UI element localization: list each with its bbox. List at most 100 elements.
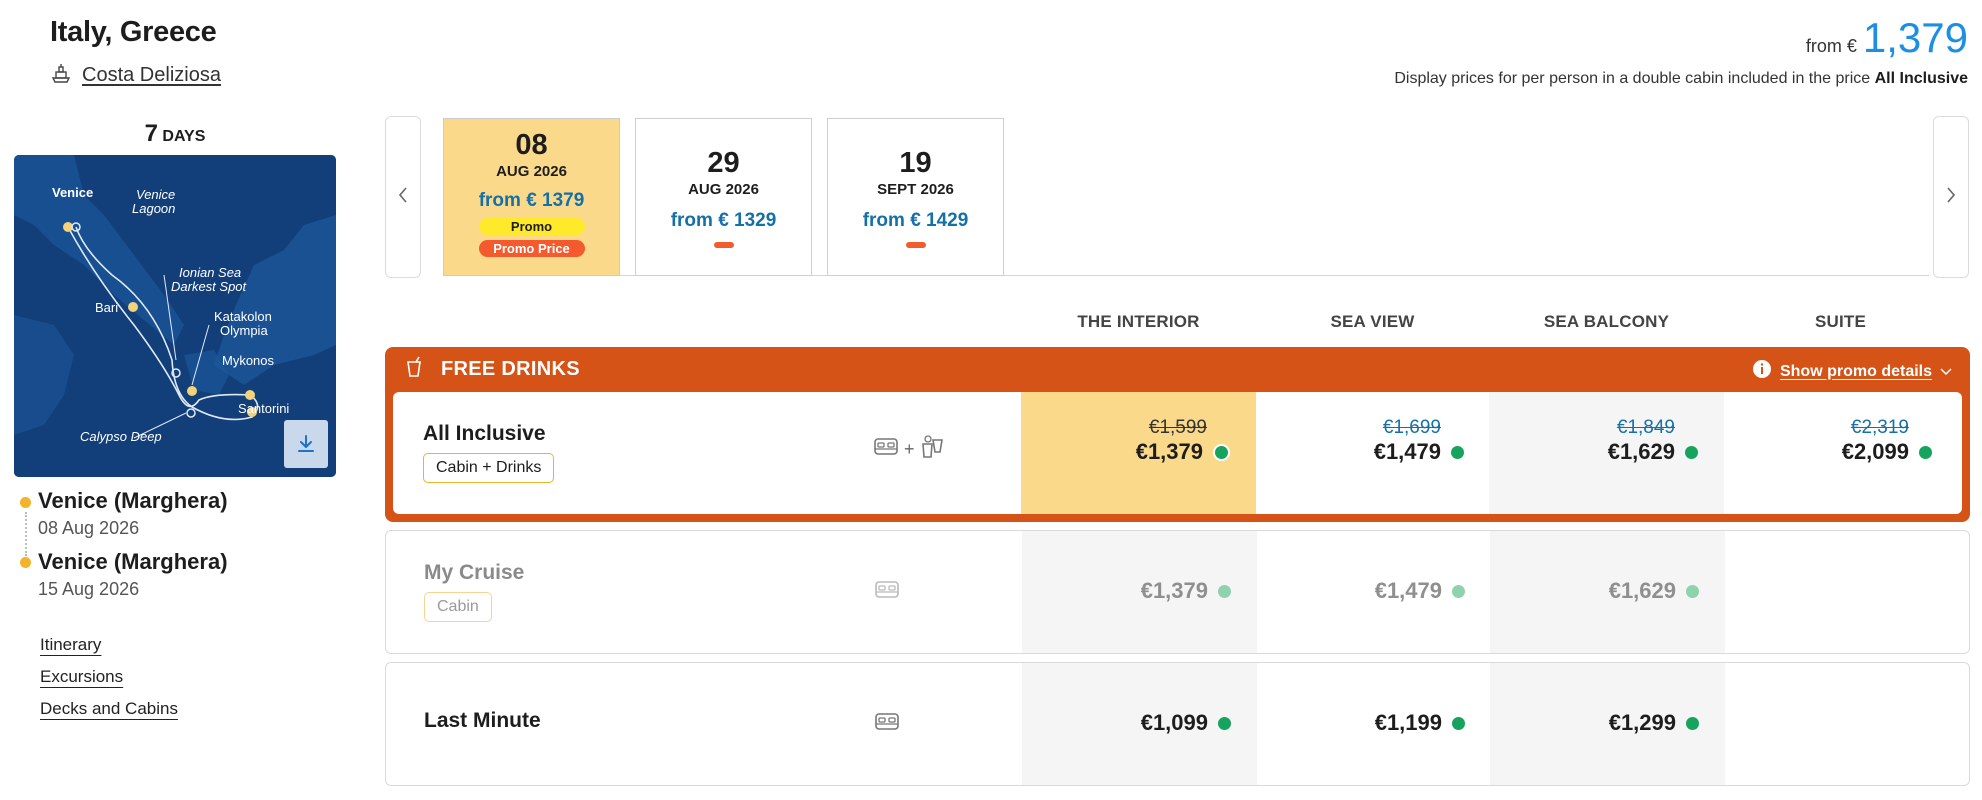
fare-name: My Cruise: [424, 561, 525, 584]
port-dot-start: [20, 497, 31, 508]
port-connector: [25, 512, 27, 556]
availability-dot: [1919, 445, 1932, 459]
discounted-price: €1,629: [1607, 439, 1675, 464]
map-label-katakolon: Katakolon: [214, 309, 272, 324]
price-with-availability: €1,299: [1609, 710, 1699, 736]
price-note-bold: All Inclusive: [1874, 70, 1968, 87]
download-map-button[interactable]: [284, 420, 328, 468]
price-with-availability: €1,629: [1609, 578, 1699, 604]
availability-dot: [1452, 716, 1465, 730]
map-label-bari: Bari: [95, 300, 118, 315]
fare-row-my-cruise: My Cruise Cabin €1,379 €1,479 €1,629: [385, 530, 1970, 654]
excursions-link[interactable]: Excursions: [40, 667, 123, 687]
price-with-availability: €1,479: [1375, 578, 1465, 604]
price: €1,299: [1608, 710, 1676, 735]
price-with-availability: €1,199: [1375, 710, 1465, 736]
date-option[interactable]: 29 AUG 2026 from € 1329: [635, 118, 812, 276]
map-label-venice-lagoon-1: Venice: [136, 187, 175, 202]
availability-dot: [1218, 584, 1231, 598]
original-price: €1,849: [1616, 417, 1675, 438]
next-dates-button[interactable]: [1933, 116, 1969, 278]
fare-name: Last Minute: [424, 709, 541, 732]
discounted-price: €2,099: [1841, 439, 1909, 464]
price-with-availability: €2,099: [1842, 439, 1932, 465]
price-with-availability: €1,479: [1374, 439, 1464, 465]
itinerary-link[interactable]: Itinerary: [40, 635, 101, 655]
ship-icon: [50, 62, 72, 89]
price-cell-sea-view[interactable]: €1,479: [1256, 531, 1491, 653]
chevron-left-icon: [397, 186, 409, 209]
fare-includes: +: [873, 434, 946, 465]
map-label-olympia: Olympia: [220, 323, 268, 338]
price-note: Display prices for per person in a doubl…: [1394, 70, 1968, 88]
page-title: Italy, Greece: [50, 16, 217, 48]
date-option[interactable]: 19 SEPT 2026 from € 1429: [827, 118, 1004, 276]
original-price: €2,319: [1850, 417, 1909, 438]
price-value: 1,379: [1862, 14, 1968, 61]
price-cell-sea-balcony[interactable]: €1,849 €1,629: [1489, 392, 1724, 514]
price: €1,479: [1374, 578, 1442, 603]
date-price: from € 1429: [862, 210, 969, 231]
map-label-ionian-1: Ionian Sea: [179, 265, 241, 280]
price-with-availability: €1,379: [1141, 578, 1231, 604]
price-with-availability: €1,099: [1141, 710, 1231, 736]
drink-icon: [405, 356, 423, 383]
price-with-availability: €1,379: [1136, 439, 1230, 465]
promo-details-label[interactable]: Show promo details: [1780, 363, 1932, 381]
price-cell-interior[interactable]: €1,379: [1022, 531, 1257, 653]
price-cell-sea-view[interactable]: €1,699 €1,479: [1255, 392, 1490, 514]
availability-dot: [1686, 584, 1699, 598]
port-arrival: Venice (Marghera) 15 Aug 2026: [38, 549, 228, 600]
port-date: 15 Aug 2026: [38, 579, 140, 599]
fare-tag: Cabin + Drinks: [423, 453, 555, 483]
port-dot-end: [20, 557, 31, 568]
fare-includes: [874, 711, 900, 738]
chevron-right-icon: [1945, 186, 1957, 209]
promo-header: FREE DRINKS Show promo details: [385, 347, 1970, 391]
prev-dates-button[interactable]: [385, 116, 421, 278]
map-label-santorini: Santorini: [238, 401, 289, 416]
chevron-down-icon: [1940, 363, 1952, 381]
cabin-header-suite: SUITE: [1814, 312, 1867, 331]
date-month: SEPT 2026: [877, 181, 954, 198]
fare-tag: Cabin: [424, 592, 492, 622]
decks-cabins-link[interactable]: Decks and Cabins: [40, 699, 178, 719]
date-price: from € 1379: [478, 190, 585, 211]
bed-icon: [874, 711, 900, 738]
price: €1,629: [1608, 578, 1676, 603]
price-cell-sea-balcony[interactable]: €1,629: [1490, 531, 1725, 653]
info-icon: [1752, 359, 1772, 384]
date-month: AUG 2026: [688, 181, 759, 198]
date-day: 19: [899, 147, 932, 179]
map-label-venice: Venice: [52, 185, 93, 200]
map-label-mykonos: Mykonos: [222, 353, 275, 368]
fare-row-all-inclusive: All Inclusive Cabin + Drinks + €1,599 €1…: [393, 392, 1962, 514]
price-cell-sea-balcony[interactable]: €1,299: [1490, 663, 1725, 785]
bed-icon: [874, 579, 900, 606]
price-cell-interior[interactable]: €1,599 €1,379: [1021, 392, 1256, 514]
original-price: €1,599: [1148, 417, 1207, 438]
price-cell-sea-view[interactable]: €1,199: [1256, 663, 1491, 785]
fare-includes: [874, 579, 900, 606]
original-price: €1,699: [1382, 417, 1441, 438]
unavailable-indicator: [905, 242, 926, 248]
starting-price: from € 1,379: [1806, 14, 1968, 62]
ship-link[interactable]: Costa Deliziosa: [50, 62, 221, 89]
availability-dot: [1685, 445, 1698, 459]
show-promo-details-button[interactable]: Show promo details: [1752, 359, 1952, 384]
price: €1,099: [1140, 710, 1208, 735]
itinerary-map[interactable]: Venice Venice Lagoon Ionian Sea Darkest …: [14, 155, 336, 477]
date-option-selected[interactable]: 08 AUG 2026 from € 1379 Promo Promo Pric…: [443, 118, 620, 276]
price-cell-suite[interactable]: €2,319 €2,099: [1723, 392, 1958, 514]
availability-dot: [1218, 716, 1231, 730]
port-name: Venice (Marghera): [38, 488, 228, 513]
map-label-calypso: Calypso Deep: [80, 429, 162, 444]
availability-dot: [1213, 443, 1230, 461]
ship-name[interactable]: Costa Deliziosa: [82, 64, 221, 87]
promo-title: FREE DRINKS: [441, 357, 580, 380]
price-prefix: from €: [1805, 36, 1857, 56]
plus-icon: +: [904, 439, 915, 459]
price-cell-interior[interactable]: €1,099: [1022, 663, 1257, 785]
date-price: from € 1329: [670, 210, 777, 231]
price-with-availability: €1,629: [1608, 439, 1698, 465]
